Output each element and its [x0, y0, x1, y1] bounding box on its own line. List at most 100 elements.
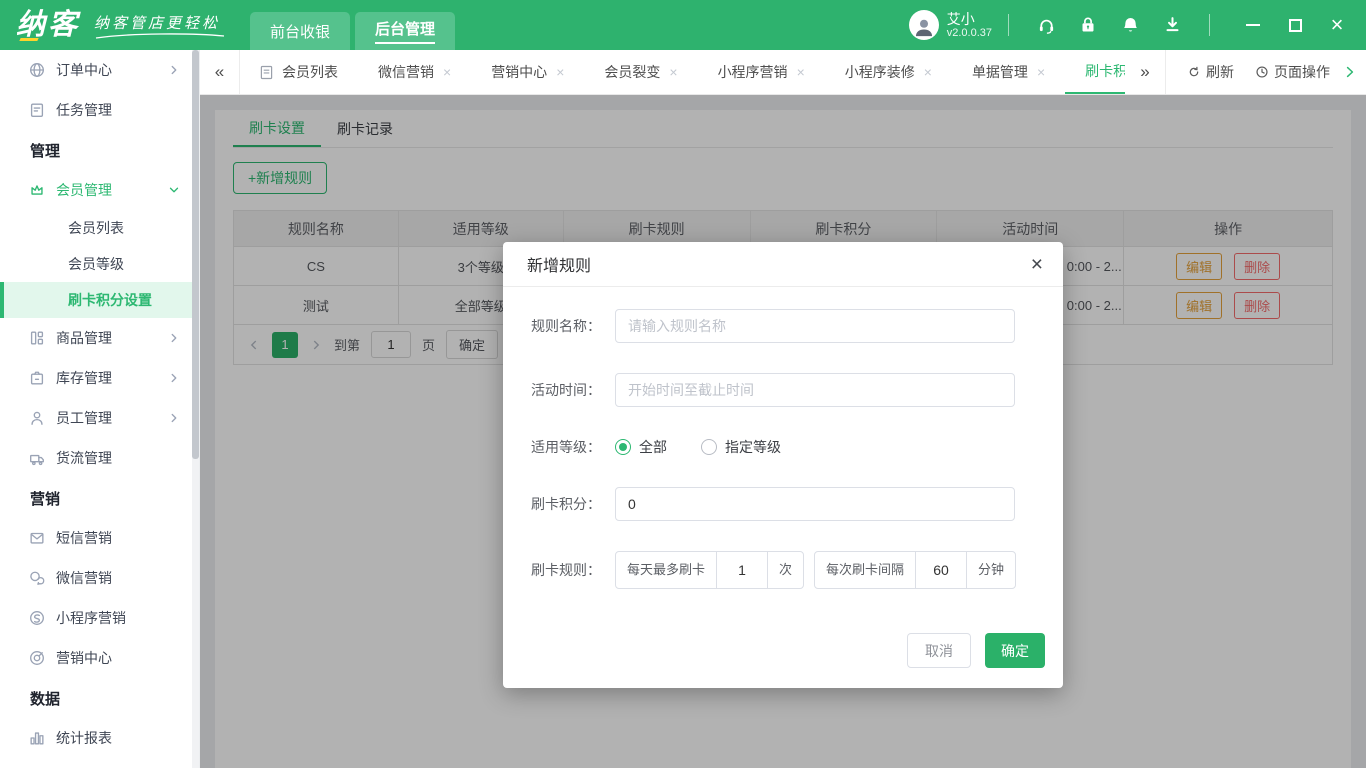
tabs-scroll-left-button[interactable]: « — [200, 50, 240, 94]
page-tab-miniprogram-marketing[interactable]: 小程序营销 × — [698, 50, 825, 94]
close-button[interactable]: × — [1322, 10, 1352, 40]
close-icon: × — [1330, 12, 1344, 37]
sidebar-subitem-label: 会员等级 — [68, 256, 124, 272]
nav-tab-label: 后台管理 — [375, 18, 436, 44]
user-name: 艾小 — [946, 10, 975, 27]
sidebar-item-partial[interactable] — [0, 758, 199, 768]
radio-option-specified-level[interactable]: 指定等级 — [701, 437, 781, 457]
sidebar-item-order-center[interactable]: 订单中心 — [0, 50, 199, 90]
refresh-button[interactable]: 刷新 — [1178, 62, 1242, 82]
sidebar-item-staff-management[interactable]: 员工管理 — [0, 398, 199, 438]
tab-close-icon[interactable]: × — [924, 64, 932, 80]
page-tab-miniprogram-decoration[interactable]: 小程序装修 × — [825, 50, 952, 94]
page-operations-button[interactable]: 页面操作 — [1246, 62, 1338, 82]
sidebar-item-goods-management[interactable]: 商品管理 — [0, 318, 199, 358]
tab-strip-actions: 刷新 页面操作 — [1165, 50, 1366, 94]
download-icon[interactable] — [1161, 14, 1183, 36]
sidebar-item-member-management[interactable]: 会员管理 — [0, 170, 199, 210]
tab-close-icon[interactable]: × — [443, 64, 451, 80]
sidebar-scrollbar[interactable] — [192, 50, 199, 768]
sidebar-item-marketing-center[interactable]: 营销中心 — [0, 638, 199, 678]
radio-option-all[interactable]: 全部 — [615, 437, 667, 457]
refresh-label: 刷新 — [1206, 64, 1234, 80]
tab-close-icon[interactable]: × — [1037, 64, 1045, 80]
page-tab-marketing-center[interactable]: 营销中心 × — [471, 50, 584, 94]
sidebar-item-label: 库存管理 — [56, 370, 112, 386]
sidebar-item-logistics-management[interactable]: 货流管理 — [0, 438, 199, 478]
crown-icon — [31, 185, 43, 195]
top-header: 纳客 纳客管店更轻松 前台收银 后台管理 艾小 v2.0.0.37 × — [0, 0, 1366, 50]
daily-max-input[interactable] — [716, 551, 769, 589]
sidebar-section-data: 数据 — [30, 690, 61, 708]
avatar[interactable] — [908, 10, 939, 40]
clock-icon — [1256, 66, 1268, 78]
maximize-icon — [1288, 18, 1302, 32]
chevron-right-icon — [171, 413, 177, 423]
maximize-button[interactable] — [1280, 10, 1310, 40]
page-tab-card-points-settings[interactable]: 刷卡积分设置× — [1065, 50, 1125, 94]
page-tab-document-management[interactable]: 单据管理 × — [952, 50, 1065, 94]
radio-selected-icon[interactable] — [615, 439, 631, 455]
sidebar-item-miniprogram-marketing[interactable]: 小程序营销 — [0, 598, 199, 638]
bell-icon[interactable] — [1119, 14, 1141, 36]
page-tab-strip: « 会员列表 微信营销 × 营销中心 × 会员裂变 × 小程序营销 × 小程序装修 × 单… — [200, 50, 1366, 95]
sidebar-scrollbar-thumb[interactable] — [192, 50, 199, 460]
dialog-body: 规则名称： 活动时间： 适用等级： 全部 指定等级 刷卡积分： — [503, 287, 1063, 625]
sidebar-item-inventory-management[interactable]: 库存管理 — [0, 358, 199, 398]
sidebar-item-wechat-marketing[interactable]: 微信营销 — [0, 558, 199, 598]
dialog-close-icon[interactable]: × — [1031, 254, 1043, 275]
confirm-button[interactable]: 确定 — [985, 633, 1045, 668]
nav-tab-backend-admin[interactable]: 后台管理 — [355, 12, 456, 50]
minimize-button[interactable] — [1238, 10, 1268, 40]
sidebar-item-label: 任务管理 — [56, 102, 112, 118]
brand-slogan: 纳客管店更轻松 — [94, 14, 221, 32]
chevron-right-icon[interactable] — [1342, 64, 1358, 80]
active-time-input[interactable] — [615, 373, 1015, 407]
rule-name-input[interactable] — [615, 309, 1015, 343]
sidebar-subitem-member-level[interactable]: 会员等级 — [0, 246, 193, 282]
nav-tab-label: 前台收银 — [270, 23, 331, 41]
app-window: 纳客 纳客管店更轻松 前台收银 后台管理 艾小 v2.0.0.37 × 订单中心… — [0, 0, 1366, 768]
sidebar-item-label: 微信营销 — [56, 570, 112, 586]
nav-tab-front-cashier[interactable]: 前台收银 — [250, 12, 351, 50]
chevron-down-icon — [169, 187, 179, 193]
add-rule-dialog: 新增规则 × 规则名称： 活动时间： 适用等级： 全部 指定等级 — [503, 242, 1063, 688]
page-tab-member-fission[interactable]: 会员裂变 × — [584, 50, 697, 94]
sidebar: 订单中心 任务管理 管理 会员管理 会员列表 会员等级 刷卡积分设置 商品管理 … — [0, 50, 200, 768]
sidebar-item-statistics-reports[interactable]: 统计报表 — [0, 718, 199, 758]
page-operations-label: 页面操作 — [1274, 64, 1330, 80]
sidebar-item-label: 统计报表 — [56, 730, 112, 746]
sidebar-item-label: 会员管理 — [56, 182, 112, 198]
page-tab-member-list[interactable]: 会员列表 — [240, 50, 358, 94]
sidebar-subitem-card-points-settings[interactable]: 刷卡积分设置 — [0, 282, 193, 318]
lock-icon[interactable] — [1077, 14, 1099, 36]
inventory-box-icon — [30, 371, 44, 385]
sidebar-subitem-label: 会员列表 — [68, 220, 124, 236]
chevron-right-icon — [171, 373, 177, 383]
slogan-underline-swoosh — [95, 32, 225, 39]
header-nav-tabs: 前台收银 后台管理 — [250, 12, 456, 50]
sidebar-item-sms-marketing[interactable]: 短信营销 — [0, 518, 199, 558]
field-active-time: 活动时间： — [531, 373, 1035, 407]
goods-icon — [30, 331, 44, 345]
page-icon — [260, 65, 273, 79]
sidebar-item-label: 货流管理 — [56, 450, 112, 466]
task-icon — [30, 103, 44, 117]
interval-input[interactable] — [915, 551, 968, 589]
support-headset-icon[interactable] — [1035, 14, 1057, 36]
sidebar-subitem-member-list[interactable]: 会员列表 — [0, 210, 193, 246]
cancel-button[interactable]: 取消 — [907, 633, 971, 668]
minimize-icon — [1246, 24, 1260, 26]
sidebar-item-label: 员工管理 — [56, 410, 112, 426]
user-info: 艾小 v2.0.0.37 — [947, 11, 992, 40]
tab-close-icon[interactable]: × — [797, 64, 805, 80]
page-tab-wechat-marketing[interactable]: 微信营销 × — [358, 50, 471, 94]
radio-unselected-icon[interactable] — [701, 439, 717, 455]
sidebar-item-label: 营销中心 — [56, 650, 112, 666]
tab-close-icon[interactable]: × — [556, 64, 564, 80]
card-points-input[interactable] — [615, 487, 1015, 521]
tab-close-icon[interactable]: × — [669, 64, 677, 80]
tabs-scroll-right-button[interactable]: » — [1125, 50, 1165, 94]
radio-label: 全部 — [639, 439, 667, 455]
sidebar-item-task-management[interactable]: 任务管理 — [0, 90, 199, 130]
